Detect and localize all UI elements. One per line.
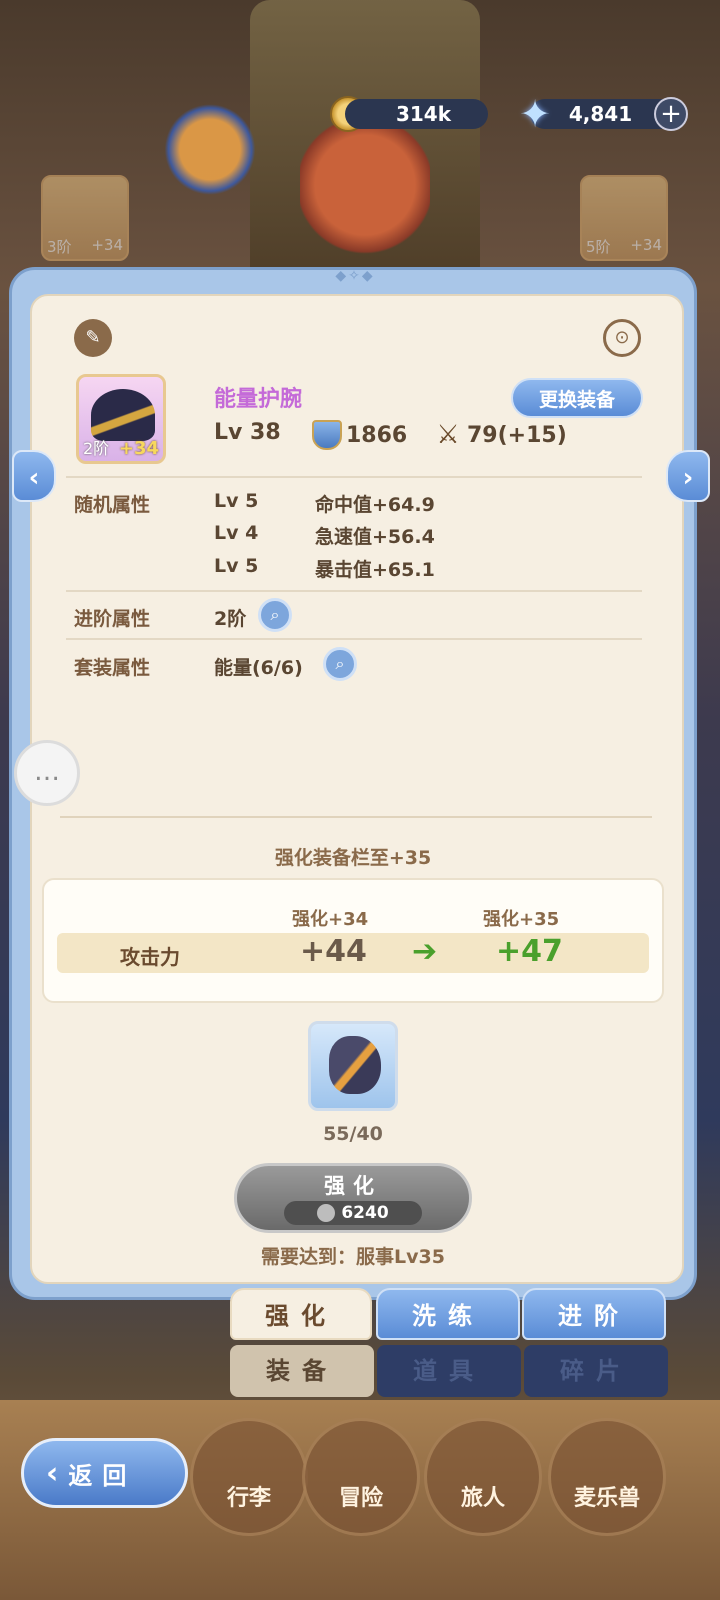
- previous-equipment-button[interactable]: ‹: [12, 450, 56, 502]
- enhance-button-label: 强化: [324, 1174, 382, 1198]
- defense-stat: 1866: [312, 420, 407, 450]
- arrow-right-icon: ➔: [412, 934, 438, 969]
- pet-character: [165, 100, 255, 210]
- current-attr-value: +44: [300, 934, 367, 969]
- next-enhance-label: 强化+35: [483, 909, 560, 930]
- tab-refine[interactable]: 洗练: [376, 1288, 520, 1340]
- random-attrs-label: 随机属性: [74, 494, 151, 516]
- divider: [66, 590, 642, 592]
- equipment-grade: 2阶: [83, 439, 110, 458]
- set-attr-value: 能量(6/6): [214, 657, 303, 679]
- gold-amount: 314k: [345, 99, 488, 129]
- nav-travelers[interactable]: [424, 1418, 542, 1536]
- add-gems-button[interactable]: +: [654, 97, 688, 131]
- nav-pets[interactable]: [548, 1418, 666, 1536]
- silver-coin-icon: [317, 1204, 336, 1222]
- subtab-equipment[interactable]: 装备: [230, 1345, 374, 1397]
- advance-magnify-icon[interactable]: ⌕: [258, 598, 292, 632]
- nav-luggage[interactable]: [190, 1418, 308, 1536]
- advance-attr-label: 进阶属性: [74, 608, 151, 630]
- equipment-plus: +34: [118, 438, 159, 459]
- panel-ornament: ◆✧◆: [335, 268, 375, 284]
- scroll-icon[interactable]: ✎: [74, 319, 112, 357]
- current-enhance-label: 强化+34: [292, 909, 369, 930]
- weapon-slot[interactable]: 3阶 +34: [41, 175, 129, 261]
- ore-icon: [329, 1036, 381, 1094]
- random-attr-lv: Lv 4: [214, 522, 259, 544]
- material-count: 55/40: [323, 1123, 383, 1145]
- bracer-icon: [91, 389, 155, 441]
- change-equipment-button[interactable]: 更换装备: [511, 378, 643, 418]
- helmet-plus: +34: [630, 236, 662, 254]
- random-attr-value: 暴击值+65.1: [315, 559, 435, 581]
- compare-attr-name: 攻击力: [120, 945, 180, 969]
- random-attr-value: 急速值+56.4: [315, 526, 435, 548]
- random-attr-lv: Lv 5: [214, 555, 259, 577]
- player-character: [300, 125, 430, 275]
- back-button[interactable]: ‹ 返回: [21, 1438, 188, 1508]
- tab-enhance[interactable]: 强化: [230, 1288, 372, 1340]
- nav-travelers-label: 旅人: [460, 1486, 505, 1511]
- equipment-level: Lv 38: [214, 420, 281, 445]
- attack-stat: ⚔ 79(+15): [433, 420, 567, 450]
- requirement-text: 需要达到：服事Lv35: [261, 1246, 445, 1268]
- enhance-cost: 6240: [284, 1201, 422, 1225]
- lock-icon[interactable]: ⊙: [603, 319, 641, 357]
- crossed-swords-icon: ⚔: [436, 420, 460, 450]
- chat-icon[interactable]: …: [14, 740, 80, 806]
- divider: [66, 476, 642, 478]
- cost-value: 6240: [341, 1203, 389, 1223]
- shield-icon: [312, 420, 342, 450]
- gem-star-icon: ✦: [519, 92, 551, 136]
- nav-luggage-label: 行李: [226, 1486, 271, 1511]
- equipment-icon[interactable]: 2阶 +34: [76, 374, 166, 464]
- nav-adventure-label: 冒险: [338, 1486, 383, 1511]
- weapon-plus: +34: [91, 236, 123, 254]
- random-attr-lv: Lv 5: [214, 490, 259, 512]
- next-equipment-button[interactable]: ›: [666, 450, 710, 502]
- section-separator: [60, 816, 652, 818]
- weapon-grade: 3阶: [47, 238, 72, 256]
- random-attr-value: 命中值+64.9: [315, 494, 435, 516]
- back-arrow-icon: ‹: [46, 1455, 59, 1491]
- helmet-slot[interactable]: 5阶 +34: [580, 175, 668, 261]
- attack-value: 79(+15): [467, 422, 567, 448]
- defense-value: 1866: [346, 422, 408, 448]
- subtab-fragments[interactable]: 碎片: [524, 1345, 668, 1397]
- set-attr-label: 套装属性: [74, 657, 151, 679]
- tab-advance[interactable]: 进阶: [522, 1288, 666, 1340]
- enhance-title: 强化装备栏至+35: [274, 847, 432, 869]
- divider: [66, 638, 642, 640]
- next-attr-value: +47: [496, 934, 563, 969]
- nav-adventure[interactable]: [302, 1418, 420, 1536]
- helmet-grade: 5阶: [586, 238, 611, 256]
- equipment-name: 能量护腕: [214, 387, 303, 412]
- subtab-items[interactable]: 道具: [377, 1345, 521, 1397]
- enhance-material[interactable]: [308, 1021, 398, 1111]
- set-magnify-icon[interactable]: ⌕: [323, 647, 357, 681]
- back-label: 返回: [68, 1461, 137, 1490]
- advance-attr-value: 2阶: [214, 608, 247, 630]
- nav-pets-label: 麦乐兽: [573, 1486, 640, 1511]
